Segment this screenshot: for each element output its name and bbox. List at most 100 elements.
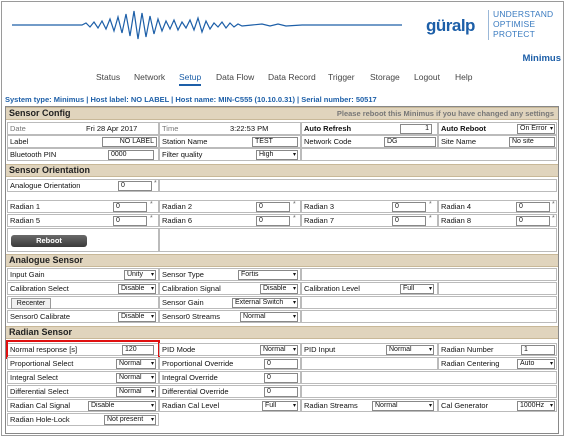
seismic-wave-graphic <box>12 10 402 40</box>
site-cell: Site Name No site <box>438 135 557 148</box>
s0-calibrate-select[interactable]: Disable ▾ <box>118 312 156 322</box>
s0-streams-select[interactable]: Normal ▾ <box>240 312 298 322</box>
sensor-type-select[interactable]: Fortis ▾ <box>238 270 298 280</box>
int-select-select[interactable]: Normal ▾ <box>116 373 156 383</box>
tagline-line-2: OPTIMISE <box>493 19 536 29</box>
bt-pin-input[interactable]: 0000 <box>108 150 154 160</box>
prop-override-input[interactable]: 0 <box>264 359 298 369</box>
section-sensor-orientation: Sensor Orientation <box>6 164 558 177</box>
empty-cell <box>301 357 438 370</box>
nav-network[interactable]: Network <box>134 72 165 82</box>
radian-streams-cell: Radian Streams Normal ▾ <box>301 399 438 412</box>
pid-input-select[interactable]: Normal ▾ <box>386 345 434 355</box>
sensor-gain-select[interactable]: External Switch ▾ <box>232 298 298 308</box>
radian-4-input[interactable]: 0 <box>516 202 550 212</box>
cal-level-cell: Calibration Level Full ▾ <box>301 282 438 295</box>
auto-reboot-select[interactable]: On Error ▾ <box>517 124 555 134</box>
nav-storage[interactable]: Storage <box>370 72 400 82</box>
dropdown-arrow-icon: ▾ <box>292 152 296 158</box>
input-gain-cell: Input Gain Unity ▾ <box>7 268 159 281</box>
cal-signal-select[interactable]: Disable ▾ <box>260 284 298 294</box>
section-title: Sensor Orientation <box>9 165 91 175</box>
radian-6-input[interactable]: 0 <box>256 216 290 226</box>
cal-select-select[interactable]: Disable ▾ <box>118 284 156 294</box>
radian-4-cell: Radian 4 0 * <box>438 200 557 213</box>
prop-select-select[interactable]: Normal ▾ <box>116 359 156 369</box>
prop-select-label: Proportional Select <box>10 359 74 368</box>
int-override-input[interactable]: 0 <box>264 373 298 383</box>
nav-data-record[interactable]: Data Record <box>268 72 316 82</box>
analogue-orientation-input[interactable]: 0 <box>118 181 152 191</box>
radian-streams-select[interactable]: Normal ▾ <box>372 401 434 411</box>
radian-3-input[interactable]: 0 <box>392 202 426 212</box>
section-sensor-config: Sensor Config Please reboot this Minimus… <box>6 107 558 120</box>
input-gain-value: Unity <box>127 271 143 278</box>
nav-help[interactable]: Help <box>455 72 472 82</box>
cal-level-select[interactable]: Full ▾ <box>400 284 434 294</box>
reboot-button[interactable]: Reboot <box>11 235 87 247</box>
site-input[interactable]: No site <box>509 137 555 147</box>
prop-select-value: Normal <box>119 360 142 367</box>
diff-override-input[interactable]: 0 <box>264 387 298 397</box>
empty-cell <box>438 282 557 295</box>
recenter-button[interactable]: Recenter <box>11 298 51 309</box>
s0-calibrate-label: Sensor0 Calibrate <box>10 312 71 321</box>
auto-refresh-input[interactable]: 1 <box>400 124 432 134</box>
filter-select[interactable]: High ▾ <box>256 150 298 160</box>
diff-select-cell: Differential Select Normal ▾ <box>7 385 159 398</box>
radian-streams-label: Radian Streams <box>304 401 358 410</box>
dropdown-arrow-icon: ▾ <box>428 286 432 292</box>
dropdown-arrow-icon: ▾ <box>292 286 296 292</box>
network-label: Network Code <box>304 137 352 146</box>
radian-1-input[interactable]: 0 <box>113 202 147 212</box>
network-cell: Network Code DG <box>301 135 438 148</box>
dropdown-arrow-icon: ▾ <box>292 403 296 409</box>
radian-cal-signal-select[interactable]: Disable ▾ <box>88 401 156 411</box>
time-label: Time <box>162 124 179 133</box>
s0-streams-label: Sensor0 Streams <box>162 312 220 321</box>
radian-6-cell: Radian 6 0 * <box>159 214 301 227</box>
radian-3-cell: Radian 3 0 * <box>301 200 438 213</box>
nav-status[interactable]: Status <box>96 72 120 82</box>
radian-number-label: Radian Number <box>441 345 494 354</box>
radian-number-input[interactable]: 1 <box>521 345 555 355</box>
radian-cal-level-select[interactable]: Full ▾ <box>262 401 298 411</box>
network-input[interactable]: DG <box>384 137 436 147</box>
radian-centering-select[interactable]: Auto ▾ <box>517 359 555 369</box>
int-select-label: Integral Select <box>10 373 58 382</box>
analogue-orientation-cell: Analogue Orientation 0 * <box>7 179 159 192</box>
input-gain-select[interactable]: Unity ▾ <box>124 270 156 280</box>
label-input[interactable]: NO LABEL <box>102 137 157 147</box>
radian-8-input[interactable]: 0 <box>516 216 550 226</box>
empty-cell <box>301 268 557 281</box>
bt-pin-cell: Bluetooth PIN 0000 <box>7 148 159 161</box>
dropdown-arrow-icon: ▾ <box>428 403 432 409</box>
label-label: Label <box>10 137 29 146</box>
cal-select-label: Calibration Select <box>10 284 69 293</box>
cal-generator-select[interactable]: 1000Hz ▾ <box>517 401 555 411</box>
dropdown-arrow-icon: ▾ <box>549 403 553 409</box>
nav-setup[interactable]: Setup <box>179 72 202 86</box>
hole-lock-select[interactable]: Not present ▾ <box>104 415 156 425</box>
required-marker: * <box>150 215 153 222</box>
diff-select-select[interactable]: Normal ▾ <box>116 387 156 397</box>
dropdown-arrow-icon: ▾ <box>549 126 553 132</box>
nav-logout[interactable]: Logout <box>414 72 440 82</box>
station-label: Station Name <box>162 137 208 146</box>
nav-trigger[interactable]: Trigger <box>328 72 355 82</box>
int-override-cell: Integral Override 0 <box>159 371 301 384</box>
date-value: Fri 28 Apr 2017 <box>86 124 138 133</box>
radian-2-input[interactable]: 0 <box>256 202 290 212</box>
nav-data-flow[interactable]: Data Flow <box>216 72 254 82</box>
empty-cell <box>159 228 557 252</box>
station-input[interactable]: TEST <box>252 137 298 147</box>
date-cell: Date Fri 28 Apr 2017 <box>7 122 159 135</box>
pid-mode-label: PID Mode <box>162 345 196 354</box>
pid-mode-select[interactable]: Normal ▾ <box>260 345 298 355</box>
required-marker: * <box>154 180 157 187</box>
radian-streams-value: Normal <box>375 402 398 409</box>
sensor-gain-label: Sensor Gain <box>162 298 204 307</box>
radian-7-input[interactable]: 0 <box>392 216 426 226</box>
radian-5-input[interactable]: 0 <box>113 216 147 226</box>
tagline-line-1: UNDERSTAND <box>493 9 554 19</box>
